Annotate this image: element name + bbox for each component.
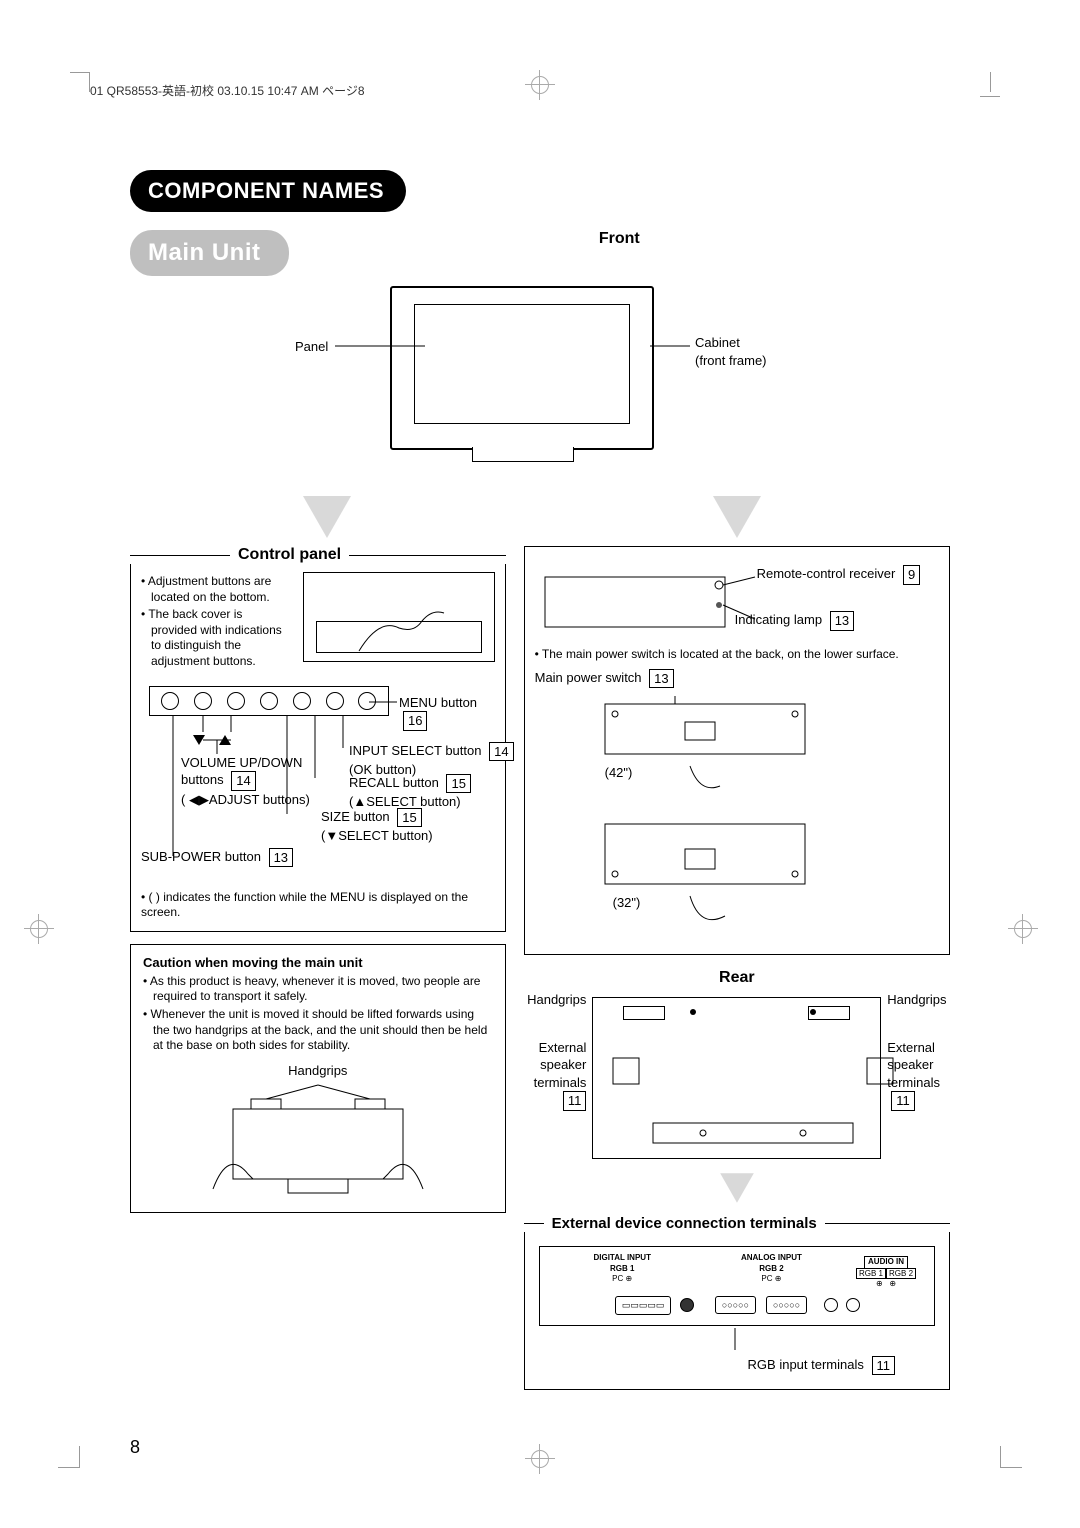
caution-line-2: • Whenever the unit is moved it should b… [143, 1007, 493, 1054]
size-32-label: (32") [613, 894, 641, 912]
vol-sub: ( ◀▶ADJUST buttons) [181, 791, 311, 809]
power-switch-illustration-32 [535, 814, 939, 944]
rgb-input-ref: 11 [872, 1356, 896, 1376]
triangle-down-icon [193, 735, 205, 745]
ext-speaker-left: External speaker terminals [524, 1039, 587, 1092]
header-info: 01 QR58553-英語-初校 03.10.15 10:47 AM ページ8 [90, 82, 365, 99]
panel-label: Panel [295, 338, 328, 356]
arrow-down-icon [713, 496, 761, 538]
audio-jack-icon [824, 1298, 838, 1312]
indicating-ref: 13 [830, 611, 854, 631]
pc-label-1: PC [612, 1274, 623, 1283]
control-panel-heading: Control panel [230, 546, 349, 564]
size-sub: (▼SELECT button) [321, 827, 433, 845]
cp-note-2: • The back cover is provided with indica… [141, 607, 285, 669]
sub-power-label: SUB-POWER button [141, 849, 261, 864]
cp-footnote: • ( ) indicates the function while the M… [141, 890, 495, 921]
ext-terminals-heading: External device connection terminals [544, 1215, 825, 1232]
caution-box: Caution when moving the main unit • As t… [130, 944, 506, 1214]
recall-label: RECALL button [349, 775, 439, 790]
caution-title: Caution when moving the main unit [143, 955, 493, 970]
cp-note-1: • Adjustment buttons are located on the … [141, 574, 285, 605]
handgrips-label: Handgrips [143, 1062, 493, 1080]
front-heading: Front [289, 230, 951, 248]
recall-ref: 15 [446, 774, 470, 794]
indicating-label: Indicating lamp [735, 612, 822, 627]
analog-input-label: ANALOG INPUT [697, 1253, 846, 1263]
arrow-down-icon [720, 1173, 754, 1202]
power-note: • The main power switch is located at th… [535, 647, 939, 663]
vga-port-icon: ○○○○○ [715, 1296, 756, 1314]
rear-illustration [592, 997, 881, 1159]
menu-ref: 16 [403, 711, 427, 731]
section-title-pill: COMPONENT NAMES [130, 170, 406, 212]
cp-button-row [149, 686, 389, 716]
input-select-label: INPUT SELECT button [349, 743, 481, 758]
ext-speaker-ref-left: 11 [563, 1091, 587, 1111]
audio-sub-label: RGB 1RGB 2 [846, 1269, 926, 1279]
dvi-port-icon: ▭▭▭▭▭ [615, 1296, 672, 1315]
caution-line-1: • As this product is heavy, whenever it … [143, 974, 493, 1005]
caution-illustration [193, 1079, 443, 1199]
size-label: SIZE button [321, 809, 390, 824]
main-power-label: Main power switch [535, 670, 642, 685]
cp-illustration [303, 572, 495, 662]
cabinet-label: Cabinet [695, 334, 767, 352]
sub-power-ref: 13 [269, 848, 293, 868]
rgb1-label: RGB 1 [548, 1264, 697, 1274]
remote-ref: 9 [903, 565, 920, 585]
power-switch-illustration-42 [535, 694, 939, 814]
audio-jack-icon [846, 1298, 860, 1312]
triangle-up-icon [219, 735, 231, 745]
jack-icon [680, 1298, 694, 1312]
rgb2-label: RGB 2 [697, 1264, 846, 1274]
handgrips-left: Handgrips [524, 991, 587, 1009]
main-power-ref: 13 [649, 669, 673, 689]
main-unit-pill: Main Unit [130, 230, 289, 276]
rear-heading: Rear [524, 969, 950, 987]
vga-port-icon: ○○○○○ [766, 1296, 807, 1314]
page-number: 8 [130, 1437, 140, 1458]
pc-label-2: PC [761, 1274, 772, 1283]
cabinet-label2: (front frame) [695, 352, 767, 370]
remote-label: Remote-control receiver [757, 566, 896, 581]
arrow-down-icon [303, 496, 351, 538]
input-select-ref: 14 [489, 742, 513, 762]
front-monitor-illustration [390, 286, 654, 450]
vol-ref: 14 [231, 771, 255, 791]
audio-in-label: AUDIO IN [864, 1256, 908, 1268]
rgb-input-label: RGB input terminals [748, 1357, 864, 1372]
size-ref: 15 [397, 808, 421, 828]
size-42-label: (42") [605, 764, 633, 782]
menu-label: MENU button [399, 695, 477, 710]
digital-input-label: DIGITAL INPUT [548, 1253, 697, 1263]
